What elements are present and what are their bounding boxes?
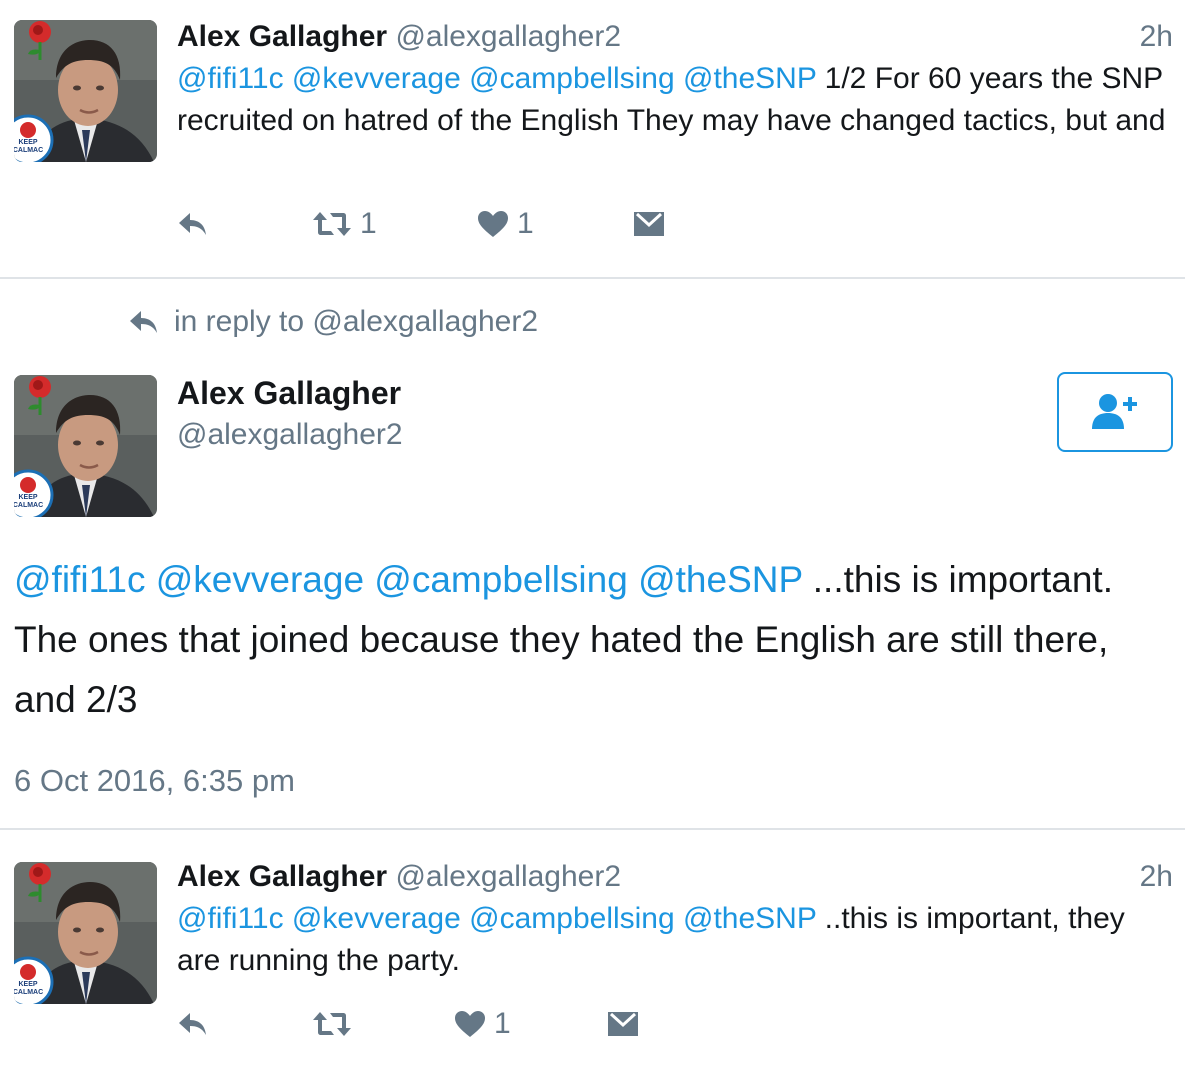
reply-button[interactable] xyxy=(177,202,209,246)
tweet-text: @fifi11c @kevverage @campbellsing @theSN… xyxy=(14,550,1174,730)
dm-button[interactable] xyxy=(607,1002,639,1046)
retweet-button[interactable] xyxy=(312,1002,352,1046)
tweet-1[interactable]: Alex Gallagher @alexgallagher2 2h @fifi1… xyxy=(0,0,1185,278)
author-name[interactable]: Alex Gallagher xyxy=(177,373,401,413)
retweet-icon xyxy=(312,210,352,238)
tweet-header: Alex Gallagher @alexgallagher2 xyxy=(177,858,621,896)
tweet-header: Alex Gallagher @alexgallagher2 xyxy=(177,18,621,56)
tweet-text: @fifi11c @kevverage @campbellsing @theSN… xyxy=(177,898,1167,982)
reply-button[interactable] xyxy=(177,1002,209,1046)
reply-arrow-icon xyxy=(128,308,160,336)
like-button[interactable]: 1 xyxy=(477,202,534,246)
follow-button[interactable] xyxy=(1057,372,1173,452)
dm-button[interactable] xyxy=(633,202,665,246)
retweet-icon xyxy=(312,1010,352,1038)
heart-icon xyxy=(454,1010,486,1038)
profile-photo-icon xyxy=(14,375,157,517)
retweet-count: 1 xyxy=(360,207,377,240)
tweet-timestamp: 6 Oct 2016, 6:35 pm xyxy=(14,763,295,798)
tweet-text: @fifi11c @kevverage @campbellsing @theSN… xyxy=(177,58,1167,142)
like-count: 1 xyxy=(517,207,534,240)
mentions[interactable]: @fifi11c @kevverage @campbellsing @theSN… xyxy=(177,62,816,95)
reply-arrow-icon xyxy=(177,210,209,238)
mentions[interactable]: @fifi11c @kevverage @campbellsing @theSN… xyxy=(14,559,803,600)
envelope-icon xyxy=(607,1011,639,1037)
author-name[interactable]: Alex Gallagher xyxy=(177,20,387,53)
tweet-time: 2h xyxy=(1139,20,1173,53)
avatar[interactable] xyxy=(14,862,157,1004)
like-button[interactable]: 1 xyxy=(454,1002,511,1046)
avatar[interactable] xyxy=(14,20,157,162)
tweet-time: 2h xyxy=(1139,860,1173,893)
author-handle[interactable]: @alexgallagher2 xyxy=(395,20,621,53)
avatar[interactable] xyxy=(14,375,157,517)
reply-context-label: in reply to @alexgallagher2 xyxy=(174,305,538,338)
mentions[interactable]: @fifi11c @kevverage @campbellsing @theSN… xyxy=(177,902,816,935)
retweet-button[interactable]: 1 xyxy=(312,202,377,246)
author-name[interactable]: Alex Gallagher xyxy=(177,860,387,893)
reply-context[interactable]: in reply to @alexgallagher2 xyxy=(128,300,538,344)
profile-photo-icon xyxy=(14,20,157,162)
reply-arrow-icon xyxy=(177,1010,209,1038)
envelope-icon xyxy=(633,211,665,237)
profile-photo-icon xyxy=(14,862,157,1004)
like-count: 1 xyxy=(494,1007,511,1040)
divider xyxy=(0,277,1185,279)
author-handle[interactable]: @alexgallagher2 xyxy=(395,860,621,893)
heart-icon xyxy=(477,210,509,238)
tweet-3[interactable]: Alex Gallagher @alexgallagher2 2h @fifi1… xyxy=(0,830,1185,1066)
author-handle[interactable]: @alexgallagher2 xyxy=(177,415,403,455)
add-user-icon xyxy=(1092,394,1137,429)
